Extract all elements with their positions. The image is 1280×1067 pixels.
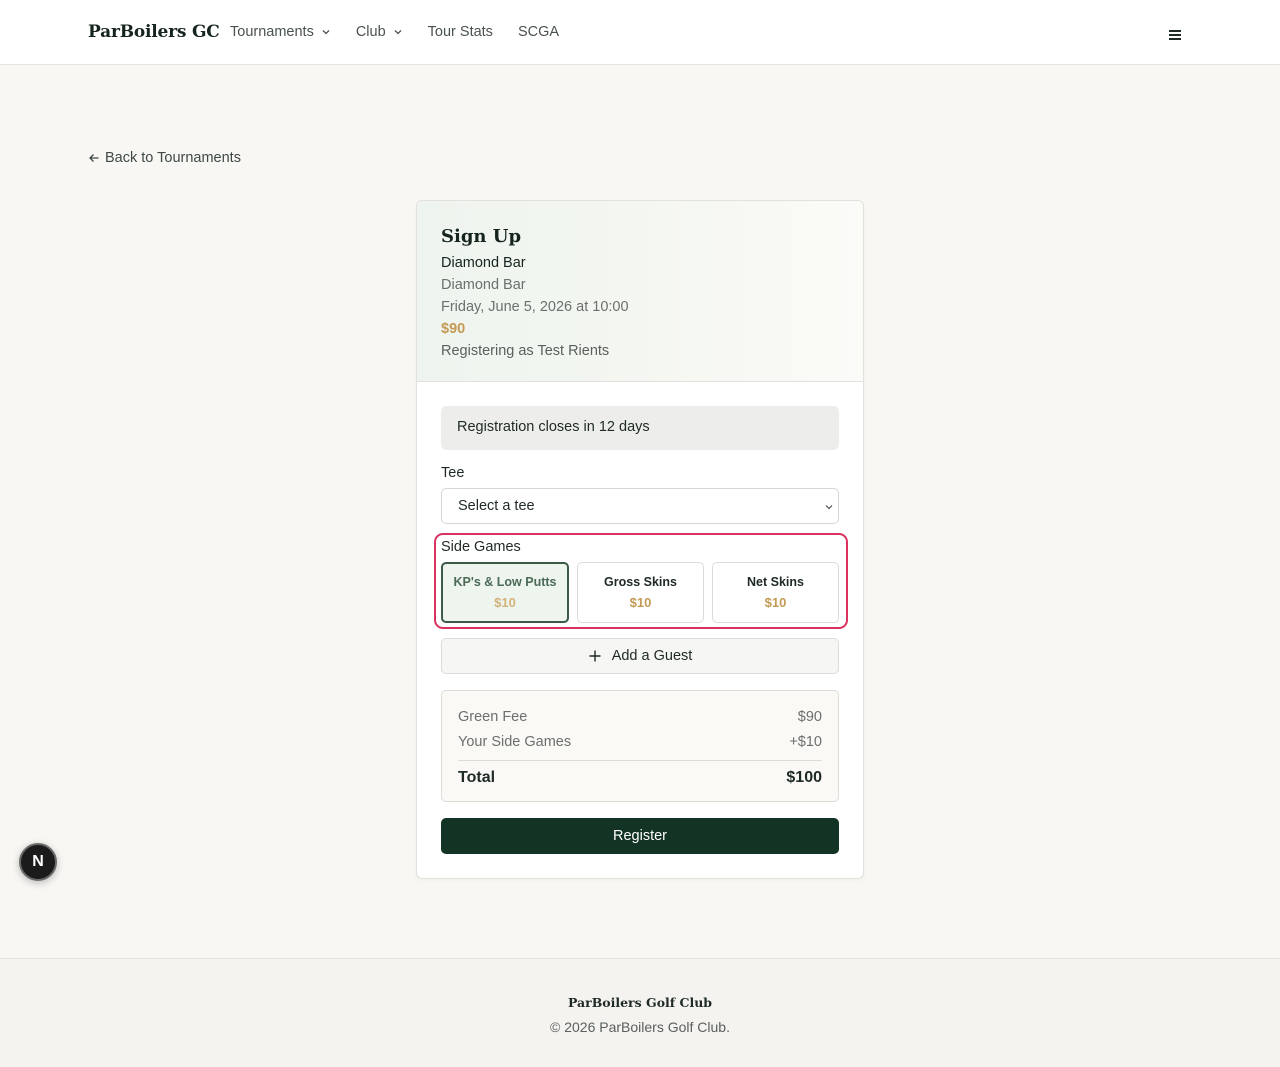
top-navbar: ParBoilers GC Tournaments Club Tour Stat… xyxy=(0,0,1280,65)
signup-card-header: Sign Up Diamond Bar Diamond Bar Friday, … xyxy=(417,201,863,382)
course-location: Diamond Bar xyxy=(441,277,526,293)
tee-select-value: Select a tee xyxy=(458,498,535,514)
side-game-price: $10 xyxy=(629,595,652,610)
price-summary: Green Fee $90 Your Side Games +$10 Total… xyxy=(441,690,839,802)
registration-notice: Registration closes in 12 days xyxy=(441,406,839,450)
side-game-name: KP's & Low Putts xyxy=(453,575,557,589)
green-fee-value: $90 xyxy=(797,709,822,725)
nav-tournaments-label: Tournaments xyxy=(230,24,314,40)
side-game-kps-low-putts[interactable]: KP's & Low Putts $10 xyxy=(441,562,569,623)
side-game-name: Net Skins xyxy=(747,575,804,589)
add-guest-label: Add a Guest xyxy=(611,648,693,664)
side-games-label: Side Games xyxy=(441,539,521,555)
add-guest-button[interactable]: Add a Guest xyxy=(441,638,839,674)
side-game-price: $10 xyxy=(494,595,516,610)
side-game-price: $10 xyxy=(764,595,787,610)
hamburger-icon[interactable] xyxy=(1164,26,1186,44)
green-fee-label: Green Fee xyxy=(458,709,528,725)
chevron-down-icon xyxy=(825,505,833,510)
brand-logo[interactable]: ParBoilers GC xyxy=(88,22,220,42)
registering-as: Registering as Test Rients xyxy=(441,343,610,359)
event-price: $90 xyxy=(441,321,466,337)
nav-club[interactable]: Club xyxy=(356,24,403,40)
nav-tournaments[interactable]: Tournaments xyxy=(230,24,331,40)
register-button[interactable]: Register xyxy=(441,818,839,854)
side-game-net-skins[interactable]: Net Skins $10 xyxy=(712,562,839,623)
arrow-left-icon xyxy=(89,154,99,162)
nav-tour-stats[interactable]: Tour Stats xyxy=(428,24,493,40)
side-games-sum-label: Your Side Games xyxy=(458,734,572,750)
nav-scga[interactable]: SCGA xyxy=(518,24,559,40)
total-row: Total $100 xyxy=(458,769,822,787)
side-game-name: Gross Skins xyxy=(604,575,677,589)
event-datetime: Friday, June 5, 2026 at 10:00 xyxy=(441,299,629,315)
course-name: Diamond Bar xyxy=(441,255,526,271)
footer: ParBoilers Golf Club © 2026 ParBoilers G… xyxy=(0,958,1280,1067)
dev-tools-badge[interactable]: N xyxy=(19,843,57,881)
plus-icon xyxy=(589,650,601,662)
main-nav: Tournaments Club Tour Stats SCGA xyxy=(230,24,584,40)
back-link-label: Back to Tournaments xyxy=(105,150,241,166)
tee-select[interactable]: Select a tee xyxy=(441,488,839,524)
nav-club-label: Club xyxy=(355,24,386,40)
side-game-gross-skins[interactable]: Gross Skins $10 xyxy=(577,562,704,623)
card-title: Sign Up xyxy=(441,226,522,247)
green-fee-row: Green Fee $90 xyxy=(458,709,822,725)
side-games-row: Your Side Games +$10 xyxy=(458,734,822,750)
tee-label: Tee xyxy=(441,465,465,481)
total-label: Total xyxy=(458,769,496,786)
chevron-down-icon xyxy=(394,30,402,35)
footer-copyright: © 2026 ParBoilers Golf Club. xyxy=(550,1019,730,1035)
back-to-tournaments-link[interactable]: Back to Tournaments xyxy=(88,150,241,166)
signup-card: Sign Up Diamond Bar Diamond Bar Friday, … xyxy=(416,200,864,879)
nav-scga-label: SCGA xyxy=(517,24,560,40)
footer-brand: ParBoilers Golf Club xyxy=(567,995,713,1010)
chevron-down-icon xyxy=(322,30,330,35)
total-value: $100 xyxy=(786,769,822,786)
nav-tour-stats-label: Tour Stats xyxy=(427,24,493,40)
summary-divider xyxy=(458,760,822,761)
side-games-sum-value: +$10 xyxy=(789,734,822,750)
